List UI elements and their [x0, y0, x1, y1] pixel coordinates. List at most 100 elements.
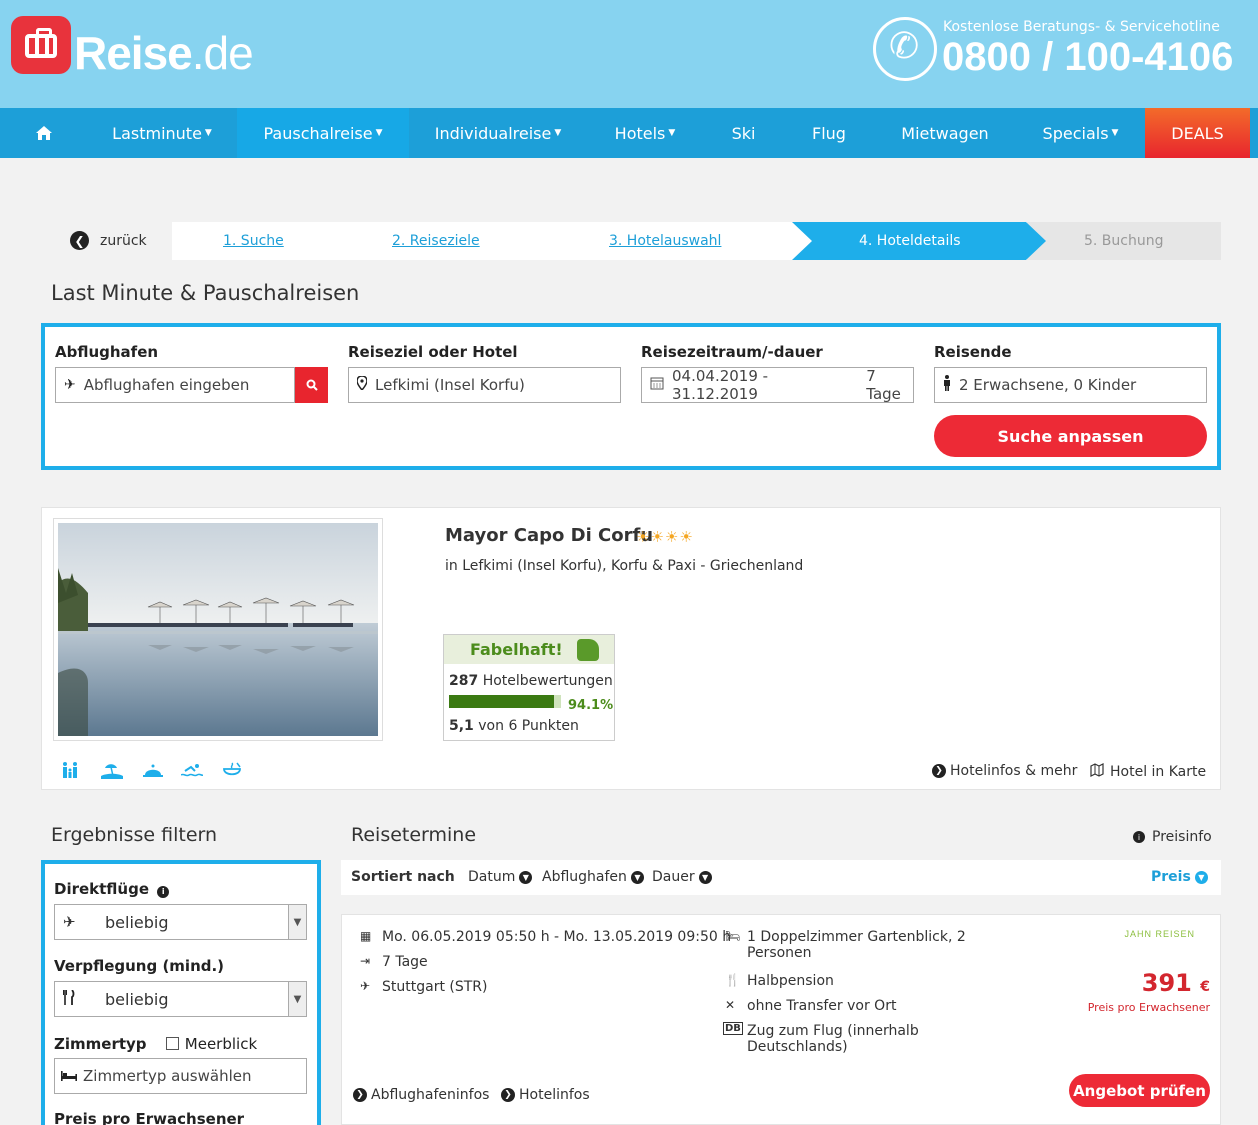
db-train-icon: DB: [723, 1022, 743, 1035]
period-label: Reisezeitraum/-dauer: [641, 343, 823, 361]
back-link[interactable]: ❮ zurück: [70, 231, 147, 250]
chevron-right-icon: ❯: [353, 1088, 367, 1102]
chevron-down-icon: ▼: [288, 982, 306, 1016]
rating-score: 5,1: [449, 718, 474, 734]
suitcase-logo-icon[interactable]: [11, 16, 71, 74]
plane-icon: ✈: [63, 913, 76, 931]
offer-item: ▦ Mo. 06.05.2019 05:50 h - Mo. 13.05.201…: [341, 914, 1221, 1125]
rating-box[interactable]: Fabelhaft! 287 Hotelbewertungen 94.1% 5,…: [443, 634, 615, 741]
info-icon[interactable]: i: [157, 885, 170, 898]
hotel-stars: ☀☀☀☀: [636, 528, 694, 546]
hotel-card: Mayor Capo Di Corfu ☀☀☀☀ in Lefkimi (Ins…: [41, 507, 1221, 790]
main-nav: Lastminute ▼ Pauschalreise ▼ Individualrei…: [0, 108, 1258, 158]
price-filter-label: Preis pro Erwachsener (beliebig): [54, 1110, 245, 1125]
price-info-link[interactable]: i Preisinfo: [1133, 829, 1212, 845]
airport-info-link[interactable]: ❯ Abflughafeninfos: [353, 1087, 489, 1103]
chevron-down-icon: ▼: [1194, 870, 1208, 884]
seaview-checkbox[interactable]: Meerblick: [165, 1035, 257, 1053]
home-icon[interactable]: [0, 108, 87, 158]
offer-board: Halbpension: [747, 973, 834, 989]
bed-icon: 🛏: [725, 929, 741, 943]
sort-label: Sortiert nach: [351, 869, 455, 885]
family-icon: [61, 761, 81, 784]
thumbs-up-icon: [576, 638, 599, 661]
results-title: Reisetermine: [351, 824, 477, 846]
info-icon: i: [1133, 831, 1145, 843]
hotel-location: in Lefkimi (Insel Korfu), Korfu & Paxi -…: [445, 558, 804, 574]
check-offer-button[interactable]: Angebot prüfen: [1069, 1074, 1210, 1107]
nav-deals[interactable]: DEALS: [1145, 108, 1250, 158]
period-input[interactable]: 04.04.2019 - 31.12.2019 7 Tage: [641, 367, 914, 403]
hotline-number[interactable]: 0800 / 100-4106: [942, 35, 1233, 80]
sort-date[interactable]: Datum ▼: [468, 869, 533, 885]
filter-panel: Direktflüge i ✈ beliebig ▼ Verpflegung (…: [41, 860, 321, 1125]
step-destinations[interactable]: 2. Reiseziele: [392, 233, 480, 249]
nav-specials[interactable]: Specials ▼: [1016, 108, 1145, 158]
duration-icon: ⇥: [360, 954, 371, 968]
room-type-input[interactable]: Zimmertyp auswählen: [54, 1058, 307, 1094]
airport-input[interactable]: ✈ Abflughafen eingeben: [55, 367, 295, 403]
offer-train: Zug zum Flug (innerhalb Deutschlands): [747, 1023, 919, 1055]
hotel-name[interactable]: Mayor Capo Di Corfu: [445, 525, 653, 546]
destination-label: Reiseziel oder Hotel: [348, 343, 518, 361]
no-transfer-icon: ✕: [725, 998, 736, 1012]
nav-pauschalreise[interactable]: Pauschalreise ▼: [237, 108, 409, 158]
chevron-down-icon: ▼: [630, 870, 644, 884]
nav-hotels[interactable]: Hotels ▼: [587, 108, 703, 158]
step-hotel-details: 4. Hoteldetails: [859, 233, 961, 249]
chevron-right-icon: ❯: [501, 1088, 515, 1102]
filter-title: Ergebnisse filtern: [51, 824, 218, 846]
room-type-label: Zimmertyp: [54, 1035, 147, 1053]
site-header: Reise.de ✆ Kostenlose Beratungs- & Servi…: [0, 0, 1258, 108]
sort-duration[interactable]: Dauer ▼: [652, 869, 712, 885]
beach-icon: [101, 761, 123, 784]
step-search[interactable]: 1. Suche: [223, 233, 284, 249]
nav-individualreise[interactable]: Individualreise ▼: [409, 108, 587, 158]
step-booking: 5. Buchung: [1084, 233, 1164, 249]
travellers-label: Reisende: [934, 343, 1012, 361]
sort-bar: Sortiert nach Datum ▼ Abflughafen ▼ Dauer ▼…: [341, 860, 1221, 895]
recommendation-bar: [449, 695, 561, 708]
spa-icon: [221, 761, 243, 784]
offer-price: 391 €: [1141, 969, 1210, 997]
sort-price[interactable]: Preis ▼: [1151, 869, 1208, 885]
travellers-input[interactable]: 2 Erwachsene, 0 Kinder: [934, 367, 1207, 403]
offer-duration: 7 Tage: [382, 954, 428, 970]
offer-hotel-info-link[interactable]: ❯ Hotelinfos: [501, 1087, 590, 1103]
search-submit-button[interactable]: Suche anpassen: [934, 415, 1207, 457]
hotel-info-link[interactable]: ❯ Hotelinfos & mehr: [932, 763, 1077, 779]
review-count-label: Hotelbewertungen: [482, 673, 613, 689]
nav-lastminute[interactable]: Lastminute ▼: [87, 108, 237, 158]
offer-airport: Stuttgart (STR): [382, 979, 488, 995]
offer-transfer: ohne Transfer vor Ort: [747, 998, 897, 1014]
map-icon: [1090, 763, 1104, 781]
nav-flug[interactable]: Flug: [784, 108, 874, 158]
cutlery-icon: 🍴: [725, 973, 740, 987]
calendar-icon: ▦: [360, 929, 372, 943]
swimming-icon: [180, 761, 204, 784]
chevron-left-icon: ❮: [70, 231, 89, 250]
rating-label: Fabelhaft!: [470, 640, 563, 659]
destination-input[interactable]: Lefkimi (Insel Korfu): [348, 367, 621, 403]
offer-dates: Mo. 06.05.2019 05:50 h - Mo. 13.05.2019 …: [382, 929, 732, 945]
site-logo[interactable]: Reise.de: [74, 26, 254, 80]
operator-logo: JAHN REISEN: [1124, 929, 1195, 939]
board-label: Verpflegung (mind.): [54, 957, 225, 975]
recommendation-percent: 94.1%: [568, 698, 614, 713]
cutlery-icon: [55, 988, 105, 1009]
nav-mietwagen[interactable]: Mietwagen: [874, 108, 1016, 158]
hotel-map-link[interactable]: Hotel in Karte: [1090, 763, 1206, 781]
nav-ski[interactable]: Ski: [703, 108, 784, 158]
sort-airport[interactable]: Abflughafen ▼: [542, 869, 644, 885]
step-hotel-selection[interactable]: 3. Hotelauswahl: [609, 233, 721, 249]
review-count: 287: [449, 673, 479, 689]
hotel-image[interactable]: [53, 518, 383, 741]
page-title: Last Minute & Pauschalreisen: [51, 281, 360, 305]
board-select[interactable]: beliebig ▼: [54, 981, 307, 1017]
search-icon[interactable]: [295, 367, 328, 403]
direct-flights-select[interactable]: ✈ beliebig ▼: [54, 904, 307, 940]
person-icon: [943, 375, 951, 395]
airport-label: Abflughafen: [55, 343, 159, 361]
chevron-right-icon: ❯: [932, 764, 946, 778]
service-bell-icon: [142, 761, 164, 784]
